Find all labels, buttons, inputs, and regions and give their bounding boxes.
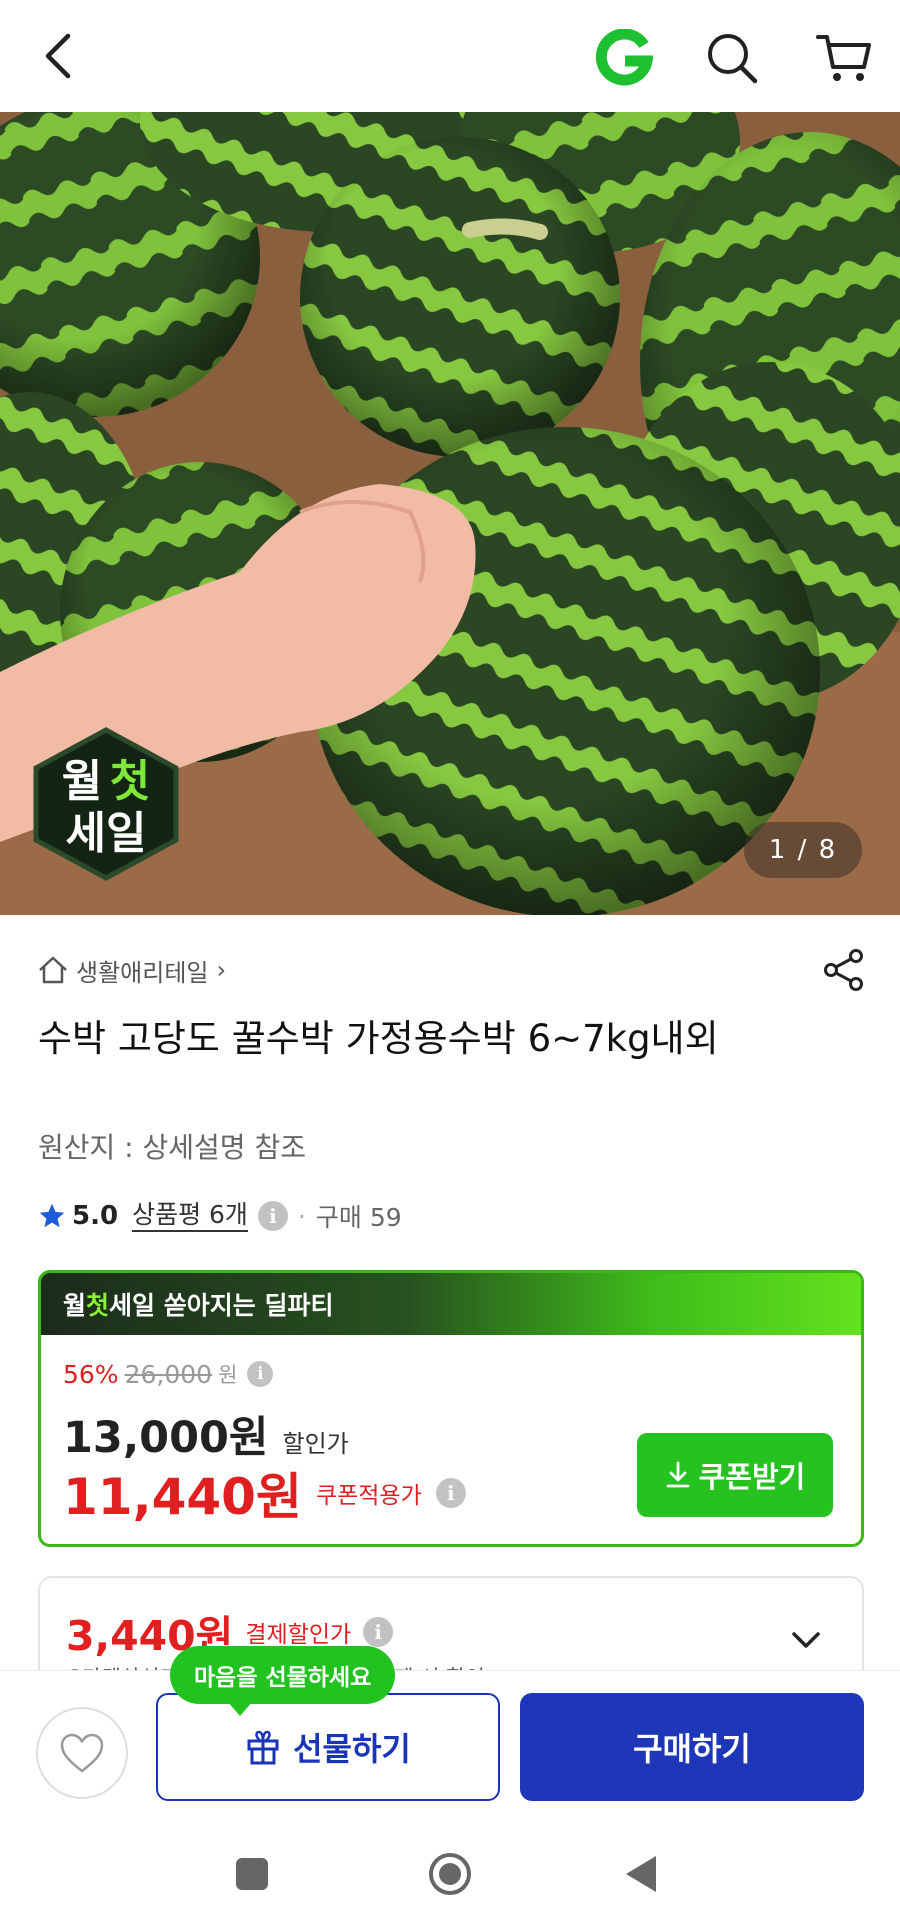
chevron-right-icon: › (216, 956, 227, 984)
rating-row: 5.0 상품평 6개 i · 구매 59 (38, 1196, 402, 1236)
monthly-sale-badge-shape: 월 첫 세일 (33, 727, 179, 881)
search-button[interactable] (700, 26, 764, 90)
deal-banner-text-a: 월 (63, 1291, 87, 1320)
home-icon (39, 956, 67, 984)
deal-banner-text-c: 세일 쏟아지는 딜파티 (109, 1291, 334, 1320)
star-icon (39, 1203, 65, 1228)
gmarket-g-logo-icon (595, 29, 653, 86)
sale-price-row: 13,000원 할인가 (63, 1403, 349, 1465)
purchase-count: 구매 59 (315, 1203, 402, 1232)
triangle-back-icon (626, 1856, 656, 1892)
wishlist-button[interactable] (36, 1707, 128, 1799)
monthly-sale-badge: 월 첫 세일 (26, 724, 186, 884)
buy-button[interactable]: 구매하기 (520, 1693, 864, 1801)
deal-banner-text-b: 첫 (86, 1291, 110, 1320)
get-coupon-label: 쿠폰받기 (698, 1460, 806, 1494)
download-icon (666, 1461, 690, 1488)
home-circle-icon (429, 1853, 471, 1895)
rating-score: 5.0 (72, 1201, 119, 1231)
chevron-down-icon[interactable] (786, 1620, 826, 1660)
system-back-button[interactable] (612, 1844, 672, 1904)
app-header (0, 0, 900, 112)
recents-button[interactable] (222, 1844, 282, 1904)
gift-button[interactable]: 선물하기 (156, 1693, 500, 1801)
search-icon (708, 34, 758, 84)
back-button[interactable] (28, 26, 88, 86)
discount-rate: 56% (63, 1359, 119, 1389)
info-icon[interactable]: i (435, 1478, 466, 1508)
coupon-price: 11,440원 (63, 1468, 302, 1526)
deal-price-box: 월 첫 세일 쏟아지는 딜파티 56% 26,000 원 i 13,000원 할인가 … (38, 1270, 864, 1547)
sale-price: 13,000원 (63, 1413, 269, 1463)
discount-row: 56% 26,000 원 i (63, 1359, 274, 1389)
badge-text-sale: 세일 (66, 808, 147, 859)
breadcrumb-category[interactable]: 생활애리테일 (76, 953, 208, 988)
coupon-price-row: 11,440원 쿠폰적용가 i (63, 1457, 466, 1529)
cart-icon (816, 35, 871, 81)
badge-text-wol: 월 (62, 756, 102, 807)
chevron-left-icon (45, 33, 71, 79)
recents-icon (236, 1858, 268, 1890)
info-icon[interactable]: i (247, 1361, 274, 1387)
deal-body: 56% 26,000 원 i 13,000원 할인가 11,440원 쿠폰적용가 … (41, 1335, 861, 1544)
share-icon (824, 949, 863, 991)
bottom-action-bar: 선물하기 구매하기 (0, 1670, 900, 1820)
original-price-unit: 원 (218, 1363, 238, 1387)
payment-price-label: 결제할인가 (245, 1622, 352, 1648)
share-button[interactable] (818, 944, 870, 996)
gift-icon (247, 1730, 279, 1765)
cart-button[interactable] (812, 26, 876, 90)
gift-tooltip: 마음을 선물하세요 (170, 1646, 396, 1716)
breadcrumb[interactable]: 생활애리테일 › (38, 950, 226, 990)
get-coupon-button[interactable]: 쿠폰받기 (637, 1433, 833, 1517)
review-count-link[interactable]: 상품평 6개 (132, 1200, 248, 1232)
system-navigation-bar (0, 1820, 900, 1927)
info-icon[interactable]: i (257, 1201, 288, 1231)
gmarket-logo-button[interactable] (592, 26, 656, 90)
badge-text-cheot: 첫 (110, 756, 150, 807)
coupon-price-label: 쿠폰적용가 (315, 1483, 422, 1509)
heart-icon (60, 1733, 104, 1773)
deal-banner: 월 첫 세일 쏟아지는 딜파티 (41, 1273, 861, 1335)
product-title: 수박 고당도 꿀수박 가정용수박 6~7kg내외 (38, 1017, 719, 1060)
product-origin: 원산지 : 상세설명 참조 (38, 1131, 306, 1164)
sale-price-label: 할인가 (282, 1430, 349, 1458)
separator-dot: · (297, 1201, 306, 1231)
info-icon[interactable]: i (363, 1617, 394, 1647)
original-price: 26,000 (124, 1359, 213, 1389)
home-button[interactable] (420, 1844, 480, 1904)
gift-button-label: 선물하기 (293, 1730, 411, 1768)
image-page-indicator: 1 / 8 (744, 822, 862, 878)
product-image-carousel[interactable]: 월 첫 세일 1 / 8 (0, 112, 900, 915)
